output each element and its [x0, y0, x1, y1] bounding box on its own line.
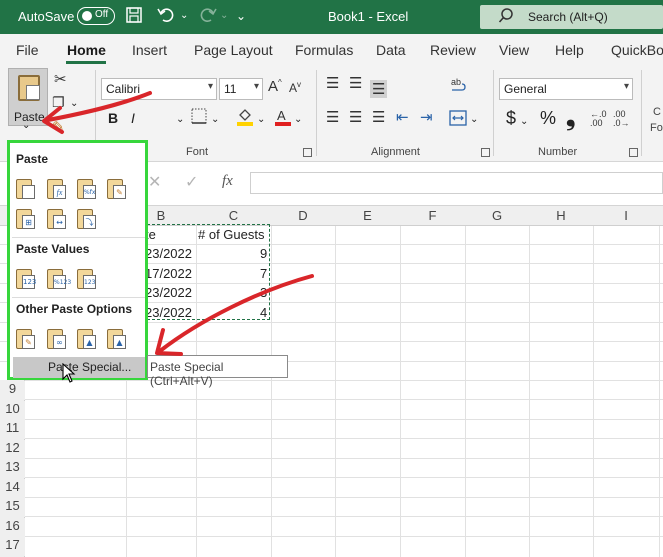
annotation-arrow-paste [46, 91, 152, 122]
annotation-arrows [42, 91, 314, 356]
annotation-arrow-paste-special [158, 274, 314, 353]
